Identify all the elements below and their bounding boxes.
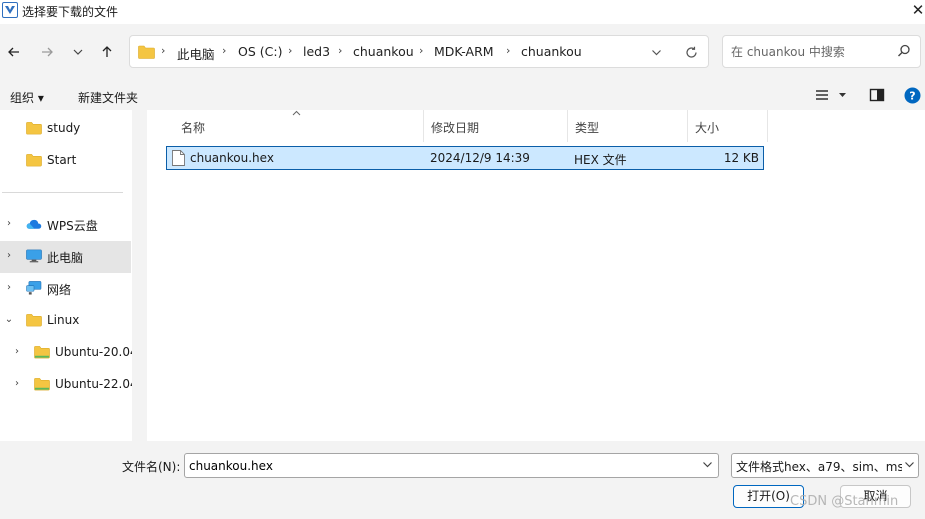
nav-item-wps-cloud[interactable]: › WPS云盘 [0,209,131,241]
nav-item-label: Ubuntu-22.04 [55,377,138,391]
back-button[interactable] [2,40,26,64]
nav-item-this-pc[interactable]: › 此电脑 [0,241,131,273]
breadcrumb-separator: › [506,44,511,57]
navigation-pane: study Start › WPS云盘 › 此电脑 › 网络 ⌄ Linux ›… [0,110,147,441]
recent-locations-button[interactable] [66,40,90,64]
breadcrumb-separator: › [288,44,293,57]
new-folder-button[interactable]: 新建文件夹 [78,89,138,106]
column-header-label: 名称 [181,121,206,135]
nav-divider [2,192,123,193]
title-bar: 选择要下载的文件 ✕ [0,0,925,24]
column-header-size[interactable]: 大小 [688,110,768,142]
nav-item-label: Linux [47,313,80,327]
breadcrumb-this-pc[interactable]: 此电脑 [177,44,215,63]
refresh-button[interactable] [680,42,702,62]
breadcrumb-mdk-arm[interactable]: MDK-ARM [434,44,494,59]
watermark: CSDN @Stahmin [790,494,899,509]
help-icon: ? [904,87,921,104]
breadcrumb-chuankou-current[interactable]: chuankou [521,44,582,59]
nav-item-label: WPS云盘 [47,219,98,233]
up-button[interactable] [95,40,119,64]
search-icon[interactable] [897,44,911,58]
column-header-name[interactable]: 名称 [174,110,424,142]
computer-icon [26,249,42,263]
app-icon [2,2,18,18]
filename-label: 文件名(N): [122,460,181,474]
file-modified: 2024/12/9 14:39 [430,151,530,165]
nav-item-label: study [47,121,81,135]
chevron-right-icon[interactable]: › [3,218,15,232]
close-button[interactable]: ✕ [910,1,925,19]
list-view-icon [816,90,846,100]
chevron-right-icon[interactable]: › [11,346,23,360]
file-icon [172,150,185,166]
breadcrumb-separator: › [161,44,166,57]
cloud-icon [26,219,42,229]
folder-icon [26,314,42,327]
file-list-pane: 名称 修改日期 类型 大小 chuankou.hex 2024/12/9 14:… [147,110,925,441]
sort-up-icon [292,110,301,116]
preview-pane-button[interactable] [869,87,885,106]
breadcrumb-os-c[interactable]: OS (C:) [238,44,282,59]
nav-item-network[interactable]: › 网络 [0,273,131,305]
nav-item-label: 此电脑 [47,251,84,265]
breadcrumb-separator: › [222,44,227,57]
nav-item-study[interactable]: study [0,113,131,145]
preview-pane-icon [869,88,885,102]
filetype-value: 文件格式hex、a79、sim、msp [736,460,902,474]
breadcrumb-separator: › [419,44,424,57]
chevron-down-icon[interactable]: ⌄ [3,314,15,328]
address-history-dropdown[interactable] [645,42,667,62]
chevron-down-icon [905,462,914,468]
chevron-right-icon[interactable]: › [11,378,23,392]
folder-icon [34,378,50,391]
file-size: 12 KB [723,151,759,165]
breadcrumb-led3[interactable]: led3 [303,44,330,59]
column-header-label: 类型 [575,121,600,135]
network-icon [26,281,42,295]
folder-icon [26,122,42,135]
nav-item-ubuntu-20[interactable]: › Ubuntu-20.04 [0,337,138,369]
chevron-down-icon [651,49,661,55]
file-row[interactable]: chuankou.hex 2024/12/9 14:39 HEX 文件 12 K… [166,146,764,170]
folder-icon [138,45,155,59]
search-box[interactable] [722,35,921,68]
svg-text:?: ? [909,90,915,103]
filename-combobox[interactable] [184,453,719,478]
window-title: 选择要下载的文件 [22,5,119,19]
forward-button[interactable] [35,40,59,64]
folder-icon [26,154,42,167]
nav-item-label: 网络 [47,283,72,297]
file-type: HEX 文件 [574,153,627,167]
chevron-down-icon[interactable] [702,459,713,470]
nav-item-ubuntu-22[interactable]: › Ubuntu-22.04 [0,369,138,401]
filetype-select[interactable]: 文件格式hex、a79、sim、msp [731,453,919,478]
chevron-right-icon[interactable]: › [3,250,15,264]
organize-menu[interactable]: 组织 ▾ [10,89,44,106]
column-header-label: 大小 [695,121,720,135]
pane-splitter[interactable] [132,110,147,441]
nav-item-start[interactable]: Start [0,145,131,177]
help-button[interactable]: ? [904,87,921,107]
breadcrumb-separator: › [338,44,343,57]
refresh-icon [685,46,697,58]
file-name: chuankou.hex [190,151,274,165]
column-header-type[interactable]: 类型 [568,110,688,142]
nav-item-linux[interactable]: ⌄ Linux [0,305,131,337]
nav-item-label: Ubuntu-20.04 [55,345,138,359]
view-options-button[interactable] [815,87,849,106]
address-bar[interactable]: › 此电脑 › OS (C:) › led3 › chuankou › MDK-… [129,35,709,68]
filename-input[interactable] [189,457,689,475]
column-header-label: 修改日期 [431,121,480,135]
search-input[interactable] [731,43,891,61]
chevron-right-icon[interactable]: › [3,282,15,296]
breadcrumb-chuankou[interactable]: chuankou [353,44,414,59]
column-header-modified[interactable]: 修改日期 [424,110,568,142]
folder-icon [34,346,50,359]
nav-item-label: Start [47,153,77,167]
